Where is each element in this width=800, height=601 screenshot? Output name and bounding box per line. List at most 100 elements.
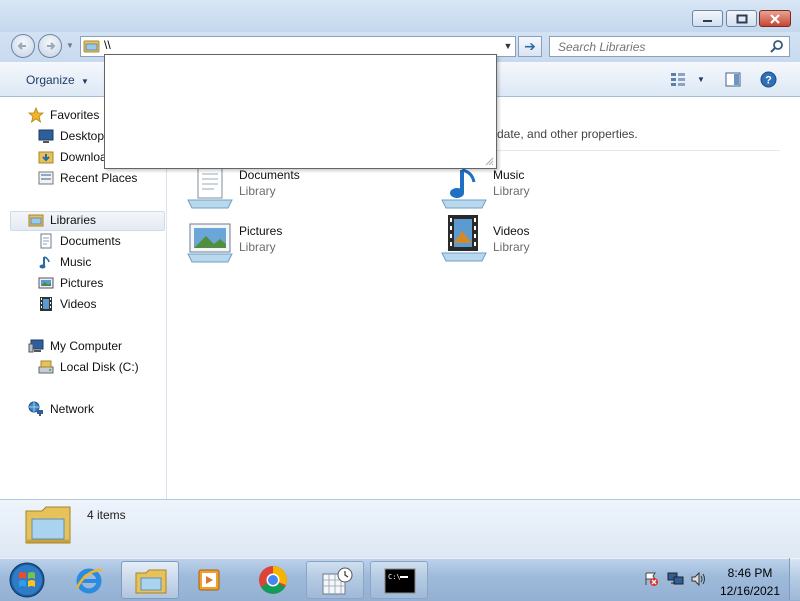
taskbar-chrome[interactable] [244,561,302,599]
desktop-icon [38,129,54,143]
hard-drive-icon [38,360,54,374]
network-status-icon[interactable] [667,571,685,587]
library-pictures[interactable]: Pictures Library [184,220,394,266]
library-pictures-type: Library [239,240,276,254]
nav-local-disk-label: Local Disk (C:) [60,360,139,374]
library-music[interactable]: Music Library [438,164,648,210]
command-prompt-icon: C:\ [384,568,416,594]
nav-videos-label: Videos [60,297,97,311]
library-documents[interactable]: Documents Library [184,164,394,210]
nav-recent-places[interactable]: Recent Places [38,168,137,188]
music-icon [39,256,50,269]
search-box[interactable] [549,36,790,57]
minimize-icon [702,19,712,22]
maximize-icon [736,14,747,23]
pictures-icon [38,277,54,289]
library-music-type: Library [493,184,530,198]
forward-button[interactable] [38,34,62,58]
maximize-button[interactable] [726,10,757,27]
libraries-icon [28,214,44,227]
change-view-button[interactable]: ▼ [670,72,705,86]
nav-desktop-label: Desktop [60,129,105,143]
library-documents-type: Library [239,184,276,198]
nav-network[interactable]: Network [28,399,94,419]
recent-places-icon [38,171,54,185]
organize-menu[interactable]: Organize ▼ [26,73,89,87]
nav-local-disk[interactable]: Local Disk (C:) [38,357,139,377]
nav-music-label: Music [60,255,92,269]
recent-pages-chevron-icon[interactable]: ▼ [66,41,74,50]
nav-recent-places-label: Recent Places [60,171,138,185]
go-button[interactable]: ➔ [518,36,542,57]
show-desktop-button[interactable] [789,558,800,600]
library-header-text: date, and other properties. [497,127,638,141]
item-count: 4 items [87,508,126,522]
organize-label: Organize [26,73,75,87]
nav-desktop[interactable]: Desktop [38,126,104,146]
taskbar-command-prompt[interactable]: C:\ [370,561,428,599]
taskbar-internet-explorer[interactable] [60,561,118,599]
nav-documents[interactable]: Documents [38,231,121,251]
nav-videos[interactable]: Videos [38,294,96,314]
minimize-button[interactable] [692,10,723,27]
windows-explorer-icon [135,569,167,594]
internet-explorer-icon [75,568,103,594]
nav-pictures-label: Pictures [60,276,104,290]
search-icon[interactable] [769,39,785,55]
network-icon [28,401,43,416]
back-arrow-icon [17,42,26,50]
help-icon[interactable]: ? [760,71,777,88]
task-scheduler-icon [322,567,353,595]
preview-pane-icon[interactable] [725,72,741,87]
taskbar-windows-explorer[interactable] [121,561,179,599]
title-bar[interactable] [0,0,800,32]
media-player-icon [198,569,220,591]
library-music-name: Music [493,168,525,182]
nav-music[interactable]: Music [38,252,91,272]
address-input-value[interactable]: \\ [104,38,111,52]
library-videos-name: Videos [493,224,530,238]
music-library-icon [441,168,487,209]
address-dropdown-icon[interactable]: ▼ [500,36,516,57]
computer-icon [28,339,44,353]
documents-icon [40,233,52,249]
address-autocomplete-dropdown[interactable] [104,54,497,169]
nav-documents-label: Documents [60,234,121,248]
nav-favorites[interactable]: Favorites [28,105,99,125]
clock-date[interactable]: 12/16/2021 [718,584,782,598]
nav-libraries[interactable]: Libraries [28,210,96,230]
pictures-library-icon [187,223,233,263]
close-icon [770,13,780,24]
documents-library-icon [187,165,233,209]
action-center-icon[interactable] [643,571,659,587]
library-documents-name: Documents [239,168,300,182]
view-chevron-icon: ▼ [697,74,705,84]
videos-library-icon [441,215,487,262]
close-button[interactable] [759,10,791,27]
nav-my-computer-label: My Computer [50,339,123,353]
nav-my-computer[interactable]: My Computer [28,336,122,356]
nav-libraries-label: Libraries [50,213,97,227]
back-button[interactable] [11,34,35,58]
svg-text:C:\: C:\ [388,573,401,581]
star-icon [28,107,44,123]
clock-time[interactable]: 8:46 PM [718,566,782,580]
chevron-down-icon: ▼ [81,77,89,86]
library-pictures-name: Pictures [239,224,283,238]
go-arrow-icon: ➔ [524,38,536,54]
nav-network-label: Network [50,402,95,416]
libraries-folder-icon [83,40,100,53]
taskbar-media-player[interactable] [182,561,240,599]
start-button-icon[interactable] [8,561,46,599]
search-input[interactable] [556,38,769,55]
change-view-icon [671,73,685,86]
videos-icon [40,297,52,311]
library-videos-type: Library [493,240,530,254]
resize-grip-icon[interactable] [484,156,494,166]
volume-icon[interactable] [690,571,708,587]
taskbar-task-scheduler[interactable] [306,561,364,599]
nav-favorites-label: Favorites [50,108,100,122]
library-videos[interactable]: Videos Library [438,213,648,263]
libraries-large-icon [25,506,71,544]
nav-pictures[interactable]: Pictures [38,273,103,293]
